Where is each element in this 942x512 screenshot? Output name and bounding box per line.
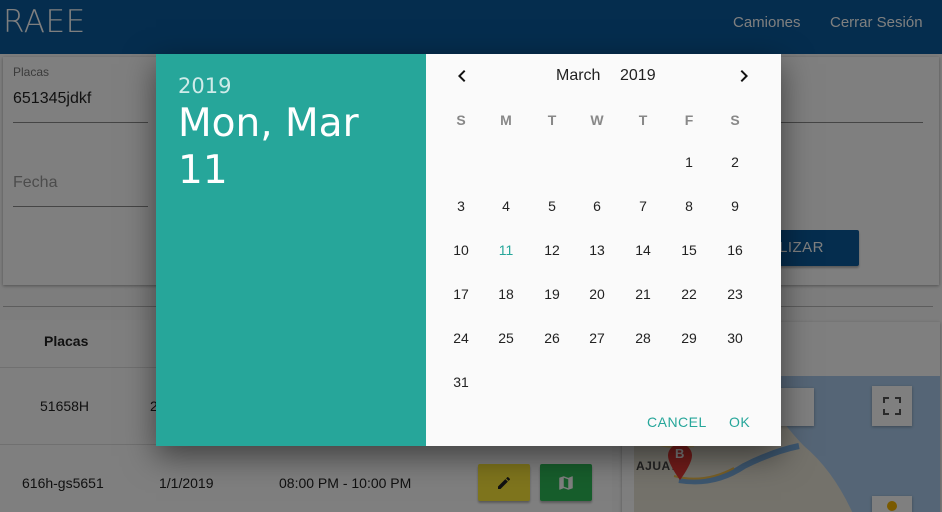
weekday-label: T — [638, 112, 648, 128]
calendar-day[interactable]: 8 — [673, 195, 705, 217]
calendar-day-selected[interactable]: 11 — [490, 239, 522, 261]
calendar-day[interactable]: 25 — [490, 327, 522, 349]
calendar-day[interactable]: 14 — [627, 239, 659, 261]
calendar-panel: March 2019 SMTWTFS 1 2 3 4 5 6 7 8 9 10 11 12 13 14 15… — [426, 54, 781, 446]
cancel-button[interactable]: CANCEL — [647, 414, 707, 430]
calendar-day[interactable]: 20 — [581, 283, 613, 305]
calendar-day[interactable]: 17 — [445, 283, 477, 305]
weekday-label: S — [730, 112, 740, 128]
ok-button[interactable]: OK — [729, 414, 750, 430]
calendar-day[interactable]: 18 — [490, 283, 522, 305]
chevron-left-icon — [458, 70, 466, 82]
calendar-day[interactable]: 29 — [673, 327, 705, 349]
calendar-day[interactable]: 30 — [719, 327, 751, 349]
calendar-day[interactable]: 12 — [536, 239, 568, 261]
selected-year[interactable]: 2019 — [178, 74, 231, 98]
date-picker-header: 2019 Mon, Mar 11 — [156, 54, 426, 446]
calendar-day[interactable]: 13 — [581, 239, 613, 261]
calendar-day[interactable]: 1 — [673, 151, 705, 173]
calendar-year: 2019 — [620, 67, 656, 84]
calendar-day[interactable]: 15 — [673, 239, 705, 261]
calendar-day[interactable]: 6 — [581, 195, 613, 217]
weekday-label: F — [684, 112, 694, 128]
date-picker-dialog: 2019 Mon, Mar 11 March 2019 SMTWTFS 1234… — [156, 54, 781, 446]
calendar-day[interactable]: 3 — [445, 195, 477, 217]
calendar-day[interactable]: 19 — [536, 283, 568, 305]
calendar-day[interactable]: 26 — [536, 327, 568, 349]
selected-date[interactable]: Mon, Mar 11 — [178, 100, 418, 194]
calendar-day[interactable]: 27 — [581, 327, 613, 349]
calendar-day[interactable]: 21 — [627, 283, 659, 305]
calendar-day[interactable]: 31 — [445, 371, 477, 393]
calendar-day[interactable]: 10 — [445, 239, 477, 261]
weekday-label: S — [456, 112, 466, 128]
calendar-day[interactable]: 4 — [490, 195, 522, 217]
weekday-label: T — [547, 112, 557, 128]
calendar-day[interactable]: 9 — [719, 195, 751, 217]
weekday-label: W — [590, 112, 604, 128]
chevron-right-icon — [740, 70, 748, 82]
calendar-month: March — [556, 67, 601, 84]
calendar-day[interactable]: 5 — [536, 195, 568, 217]
calendar-day[interactable]: 16 — [719, 239, 751, 261]
calendar-day[interactable]: 24 — [445, 327, 477, 349]
calendar-day[interactable]: 23 — [719, 283, 751, 305]
calendar-day[interactable]: 2 — [719, 151, 751, 173]
previous-month-button[interactable] — [450, 64, 474, 88]
next-month-button[interactable] — [732, 64, 756, 88]
weekday-label: M — [500, 112, 512, 128]
calendar-day[interactable]: 28 — [627, 327, 659, 349]
calendar-day[interactable]: 7 — [627, 195, 659, 217]
calendar-day[interactable]: 22 — [673, 283, 705, 305]
